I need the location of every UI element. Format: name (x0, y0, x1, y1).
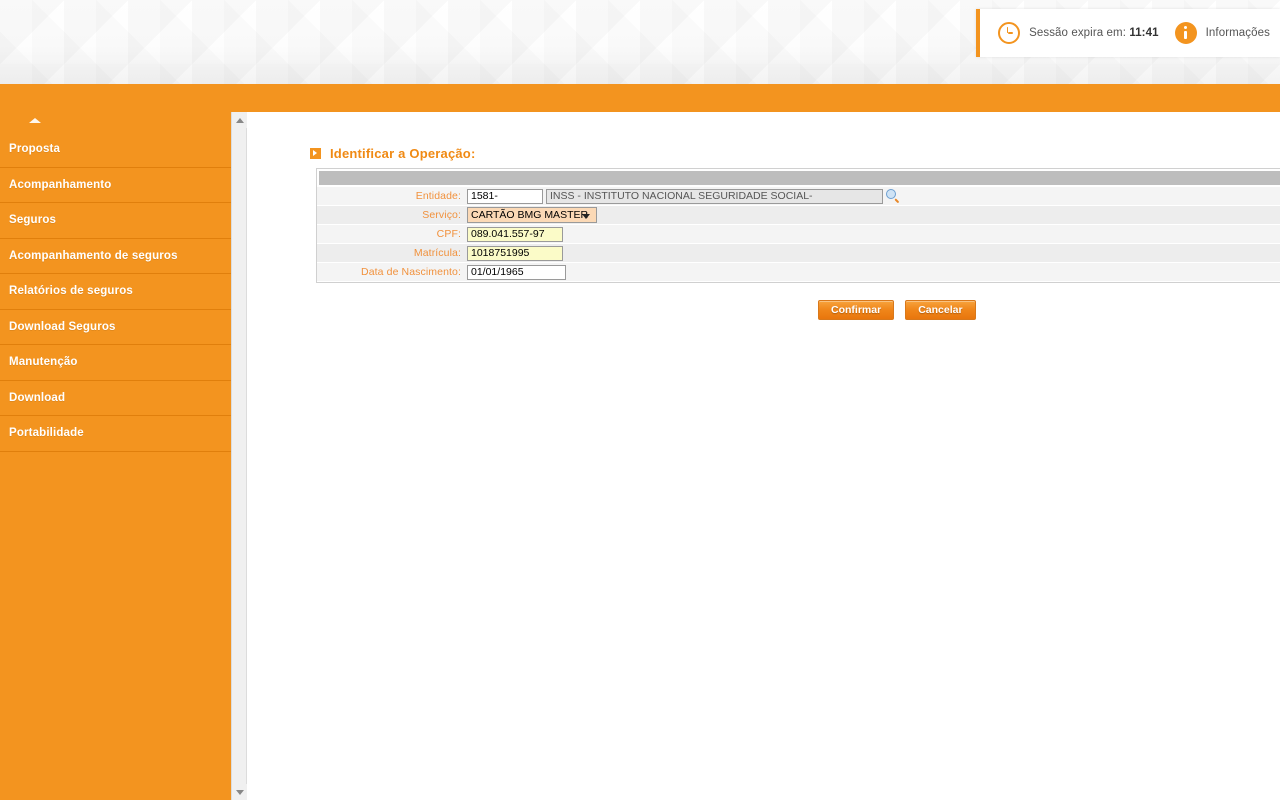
orange-nav-band (0, 84, 1280, 112)
main-content: Identificar a Operação: Entidade: Serviç… (248, 112, 1280, 800)
sidebar-item-label: Acompanhamento (9, 178, 112, 191)
sidebar-menu: Proposta Acompanhamento Seguros Acompanh… (0, 112, 231, 800)
session-label: Sessão expira em: (1029, 27, 1127, 39)
sidebar-item-label: Proposta (9, 143, 61, 156)
entidade-field-group (467, 188, 1280, 204)
sidebar-item-download-seguros[interactable]: Download Seguros (0, 310, 231, 345)
cancelar-button[interactable]: Cancelar (905, 300, 976, 320)
session-info-box: Sessão expira em: 11:41 Informações (976, 9, 1280, 57)
informacoes-label[interactable]: Informações (1206, 27, 1270, 39)
table-row-data-nascimento: Data de Nascimento: (317, 263, 1280, 282)
sidebar-item-manutencao[interactable]: Manutenção (0, 345, 231, 381)
informacoes-link[interactable]: Informações (1174, 22, 1270, 44)
cpf-label: CPF: (436, 228, 461, 240)
matricula-field-group (467, 245, 1280, 261)
scroll-up-button[interactable] (232, 112, 247, 128)
entidade-code-input[interactable] (467, 188, 543, 204)
entidade-description-input (546, 188, 883, 204)
sidebar-item-label: Download (9, 391, 66, 404)
scroll-down-arrow-icon[interactable] (235, 789, 244, 795)
form-button-bar: Confirmar Cancelar (818, 300, 976, 320)
chevron-down-icon[interactable] (582, 214, 590, 219)
matricula-label: Matrícula: (413, 247, 461, 259)
panel-title-text: Identificar a Operação: (330, 146, 476, 161)
table-row-cpf: CPF: (317, 225, 1280, 244)
sidebar-item-label: Seguros (9, 214, 57, 227)
servico-label: Serviço: (422, 209, 461, 221)
entidade-label: Entidade: (415, 190, 461, 202)
sidebar-item-proposta[interactable]: Proposta (0, 132, 231, 168)
magnifier-icon[interactable] (886, 189, 900, 203)
panel-title: Identificar a Operação: (310, 146, 475, 161)
sidebar-item-label: Portabilidade (9, 427, 84, 440)
caret-up-icon[interactable] (29, 118, 41, 123)
sidebar-item-acompanhamento-de-seguros[interactable]: Acompanhamento de seguros (0, 239, 231, 274)
matricula-input[interactable] (467, 245, 563, 261)
top-banner: Sessão expira em: 11:41 Informações (0, 0, 1280, 84)
sidebar-item-label: Manutenção (9, 356, 78, 369)
servico-selected-value: CARTÃO BMG MASTER (471, 209, 589, 221)
info-icon[interactable] (1174, 22, 1197, 44)
scroll-up-arrow-icon[interactable] (235, 117, 244, 123)
confirmar-button[interactable]: Confirmar (818, 300, 895, 320)
table-header-bar (319, 171, 1280, 186)
sidebar-item-label: Relatórios de seguros (9, 285, 133, 298)
scroll-down-button[interactable] (232, 784, 247, 800)
operation-form-table: Entidade: Serviço: CARTÃO BMG MASTER (316, 168, 1280, 283)
table-row-servico: Serviço: CARTÃO BMG MASTER (317, 206, 1280, 225)
servico-field-group: CARTÃO BMG MASTER (467, 207, 1280, 223)
session-timer-text: Sessão expira em: 11:41 (1029, 27, 1159, 39)
table-row-entidade: Entidade: (317, 187, 1280, 206)
cpf-field-group (467, 226, 1280, 242)
data-nascimento-label: Data de Nascimento: (361, 266, 461, 278)
sidebar-item-relatorios-de-seguros[interactable]: Relatórios de seguros (0, 274, 231, 310)
data-nascimento-field-group (467, 264, 1280, 280)
sidebar-item-label: Acompanhamento de seguros (9, 249, 178, 262)
clock-icon (998, 22, 1021, 44)
sidebar-collapse-button[interactable] (0, 112, 231, 132)
session-timer: Sessão expira em: 11:41 (998, 22, 1159, 44)
magnifier-lens (886, 189, 896, 199)
cpf-input[interactable] (467, 226, 563, 242)
sidebar-item-acompanhamento[interactable]: Acompanhamento (0, 168, 231, 203)
sidebar-item-seguros[interactable]: Seguros (0, 203, 231, 239)
data-nascimento-input[interactable] (467, 264, 566, 280)
sidebar-item-download[interactable]: Download (0, 381, 231, 416)
vertical-scrollbar[interactable] (231, 112, 247, 800)
arrow-square-icon (310, 148, 321, 159)
table-row-matricula: Matrícula: (317, 244, 1280, 263)
sidebar-item-portabilidade[interactable]: Portabilidade (0, 416, 231, 452)
sidebar-item-label: Download Seguros (9, 320, 116, 333)
session-time: 11:41 (1129, 27, 1159, 39)
magnifier-handle (893, 197, 899, 203)
servico-select[interactable]: CARTÃO BMG MASTER (467, 207, 597, 223)
